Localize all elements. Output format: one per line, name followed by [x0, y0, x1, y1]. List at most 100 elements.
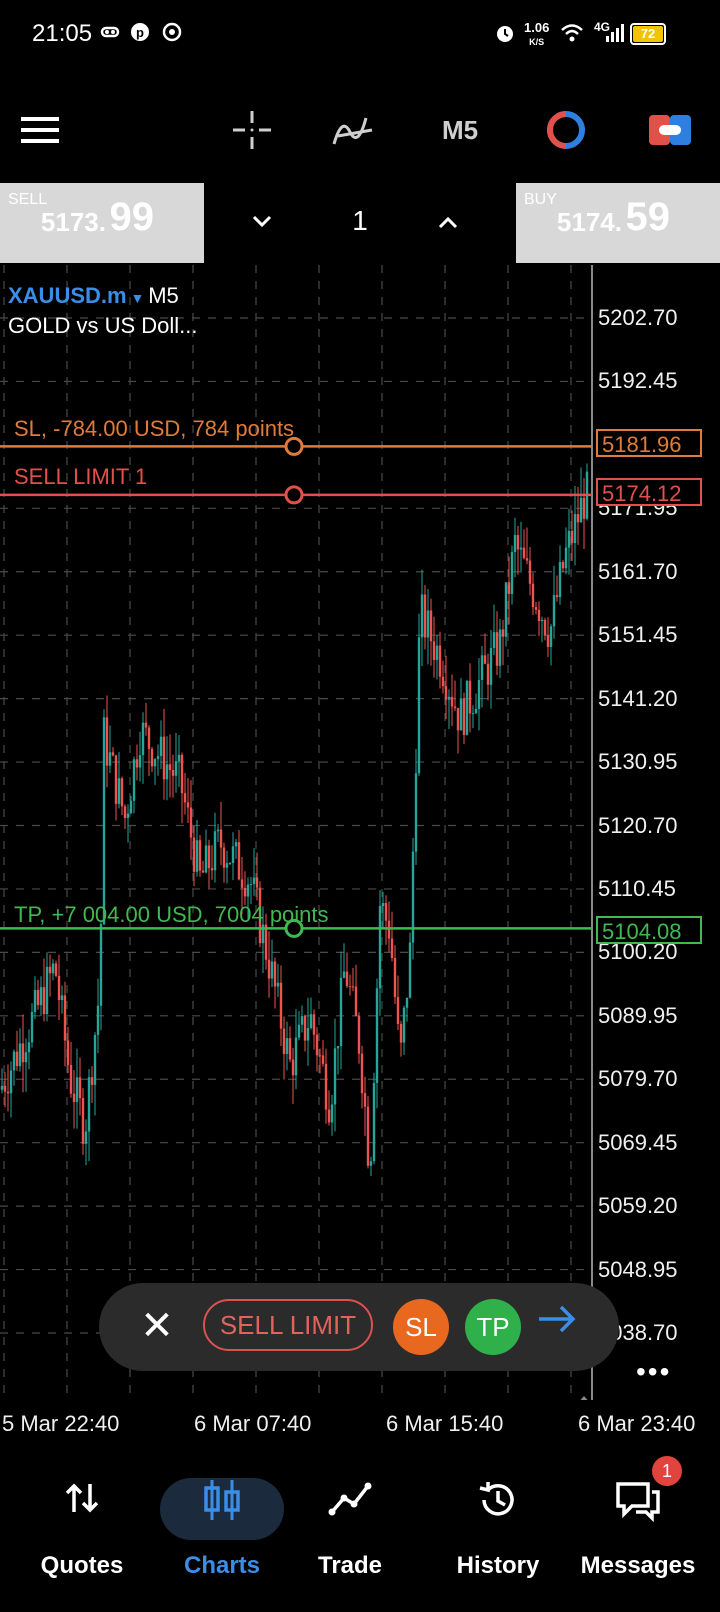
- candle-body: [207, 845, 211, 869]
- indicators-button[interactable]: [328, 86, 380, 174]
- candle-body: [33, 989, 37, 1012]
- close-button[interactable]: ✕: [137, 1303, 177, 1349]
- nav-quotes[interactable]: Quotes: [12, 1460, 152, 1580]
- candle-body: [573, 514, 577, 544]
- candle-body: [441, 676, 445, 687]
- candle-body: [525, 558, 529, 561]
- candle-body: [576, 514, 580, 523]
- candle-body: [93, 1034, 97, 1085]
- candle-body: [240, 879, 244, 888]
- candle-body: [135, 759, 139, 768]
- candle-body: [567, 530, 571, 548]
- candle-body: [276, 982, 280, 987]
- more-options-button[interactable]: •••: [636, 1356, 671, 1388]
- buy-price-small: 5174.: [556, 207, 622, 237]
- net-speed: 1.06 K/S: [524, 21, 549, 49]
- candle-body: [252, 877, 256, 885]
- lot-decrease-button[interactable]: [240, 203, 284, 243]
- candle-body: [483, 655, 487, 664]
- price-axis-label: 5059.20: [598, 1193, 678, 1219]
- candle-body: [78, 1077, 82, 1099]
- buy-label: BUY: [524, 191, 557, 208]
- candle-body: [321, 1055, 325, 1064]
- candle-body: [147, 727, 151, 749]
- candle-body: [225, 863, 229, 868]
- candle-body: [351, 986, 355, 988]
- candle-body: [153, 759, 157, 767]
- objects-button[interactable]: [540, 86, 592, 174]
- buy-button[interactable]: BUY 5174. 59: [516, 183, 720, 263]
- price-axis-label: 5202.70: [598, 305, 678, 330]
- candle-body: [513, 535, 517, 553]
- candle-body: [357, 1016, 361, 1054]
- candle-body: [306, 1028, 310, 1041]
- candle-body: [57, 975, 61, 1001]
- chevron-down-icon: [252, 215, 272, 228]
- candle-body: [507, 582, 511, 594]
- nav-charts-label: Charts: [183, 1552, 261, 1579]
- battery-icon: 72: [630, 23, 666, 45]
- candle-body: [492, 632, 496, 649]
- nav-messages[interactable]: 1 Messages: [568, 1456, 708, 1580]
- candle-body: [141, 722, 145, 756]
- nav-charts[interactable]: Charts: [152, 1460, 292, 1580]
- candle-body: [69, 1064, 73, 1094]
- nav-history[interactable]: History: [428, 1460, 568, 1580]
- candle-body: [486, 663, 490, 685]
- candle-body: [417, 637, 421, 774]
- candle-body: [168, 764, 172, 771]
- candle-body: [375, 988, 379, 1083]
- tp-button[interactable]: TP: [465, 1299, 521, 1355]
- candle-body: [297, 1024, 301, 1038]
- nav-trade[interactable]: Trade: [280, 1460, 420, 1580]
- candle-body: [543, 619, 547, 636]
- candle-body: [111, 752, 115, 756]
- candle-body: [342, 971, 346, 978]
- time-label: 6 Mar 07:40: [194, 1411, 312, 1436]
- one-click-trading-button[interactable]: [646, 86, 694, 174]
- candle-body: [279, 982, 283, 1029]
- quotes-arrows-icon: [65, 1483, 99, 1513]
- candle-body: [510, 552, 514, 594]
- candle-body: [99, 924, 103, 1006]
- lot-value[interactable]: 1: [340, 205, 380, 237]
- candle-body: [198, 840, 202, 871]
- candle-body: [189, 807, 193, 838]
- sl-button[interactable]: SL: [393, 1299, 449, 1355]
- candle-body: [24, 1052, 28, 1063]
- candle-body: [204, 845, 208, 873]
- timeframe-button[interactable]: M5: [428, 86, 492, 174]
- menu-button[interactable]: [16, 86, 64, 174]
- time-label: 6 Mar 15:40: [386, 1411, 504, 1436]
- candle-body: [459, 698, 463, 731]
- chevron-up-icon: [438, 216, 458, 229]
- candle-body: [90, 1077, 94, 1085]
- candle-body: [471, 713, 475, 715]
- candle-body: [558, 561, 562, 598]
- chart-symbol[interactable]: XAUUSD.m ▼ M5: [8, 283, 179, 309]
- candle-body: [285, 1038, 289, 1054]
- symbol-timeframe: M5: [148, 283, 179, 308]
- candle-body: [0, 1085, 4, 1090]
- candle-body: [330, 1104, 334, 1123]
- candle-body: [546, 635, 550, 647]
- messages-badge: 1: [652, 1456, 682, 1486]
- candle-body: [129, 800, 133, 814]
- sell-limit-button[interactable]: SELL LIMIT: [203, 1299, 373, 1351]
- net-speed-unit: K/S: [529, 37, 545, 47]
- next-button[interactable]: [533, 1299, 581, 1355]
- candle-body: [72, 1093, 76, 1102]
- candle-body: [192, 837, 196, 872]
- candle-body: [165, 764, 169, 780]
- candle-body: [516, 535, 520, 550]
- alarm-icon: [494, 22, 516, 49]
- candle-body: [249, 884, 253, 886]
- nav-messages-label: Messages: [580, 1552, 696, 1579]
- crosshair-button[interactable]: [226, 86, 278, 174]
- candle-body: [468, 680, 472, 714]
- lot-increase-button[interactable]: [426, 203, 470, 243]
- candle-body: [312, 1014, 316, 1035]
- hamburger-icon: [21, 117, 59, 143]
- candle-body: [399, 1023, 403, 1043]
- sell-button[interactable]: SELL 5173. 99: [0, 183, 204, 263]
